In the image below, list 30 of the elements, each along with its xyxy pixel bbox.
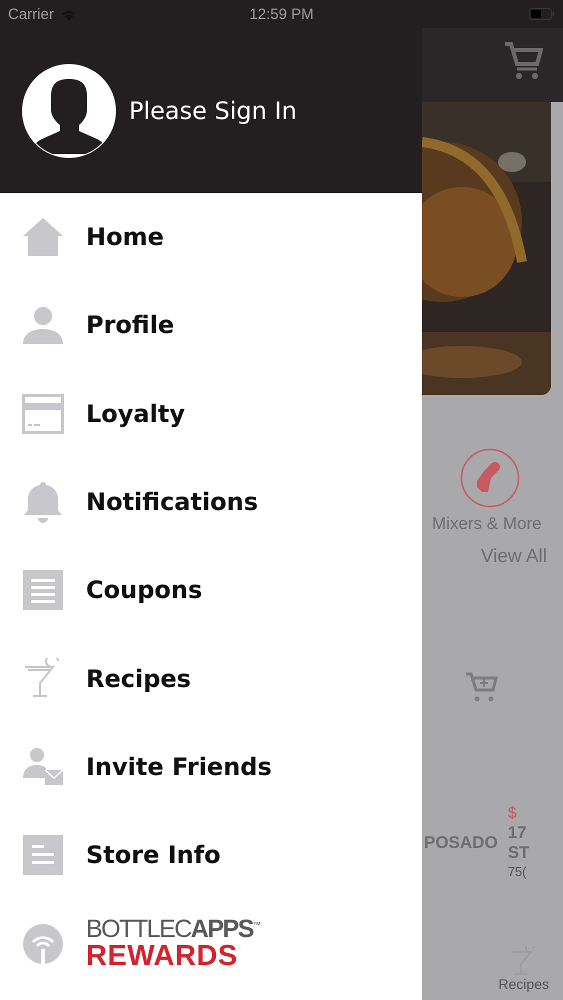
menu-item[interactable]: Coupons bbox=[0, 546, 422, 634]
battery-icon bbox=[529, 8, 555, 20]
product-size: 75( bbox=[508, 865, 528, 880]
card-icon bbox=[22, 392, 64, 435]
product-name: POSADO bbox=[424, 832, 498, 853]
menu-item[interactable]: Recipes bbox=[0, 634, 422, 723]
rewards-logo-text: REWARDS bbox=[86, 942, 239, 972]
product-title: ST bbox=[508, 842, 530, 862]
product-title: 17 bbox=[508, 823, 528, 843]
carrier-label: Carrier bbox=[8, 6, 54, 22]
bell-icon bbox=[22, 481, 64, 524]
menu-item[interactable]: Store Info bbox=[0, 811, 422, 900]
sign-in-link[interactable]: Please Sign In bbox=[129, 96, 297, 124]
brand-logo-text: BOTTLECAPPS$^{™}$ bbox=[86, 917, 260, 942]
person-icon bbox=[22, 304, 64, 346]
category-label: Mixers & More bbox=[432, 514, 543, 534]
rewards-item[interactable]: BOTTLECAPPS$^{™}$ REWARDS bbox=[0, 899, 422, 990]
menu-item[interactable]: Home bbox=[0, 193, 422, 282]
menu-item[interactable]: Loyalty bbox=[0, 370, 422, 458]
menu-item[interactable]: Invite Friends bbox=[0, 722, 422, 812]
invite-icon bbox=[22, 746, 64, 788]
home-icon bbox=[22, 216, 64, 258]
avatar-icon[interactable] bbox=[22, 64, 116, 158]
menu-item[interactable]: Notifications bbox=[0, 458, 422, 546]
cart-icon[interactable] bbox=[503, 41, 543, 81]
menu-item[interactable]: Profile bbox=[0, 281, 422, 370]
info-icon bbox=[22, 834, 64, 876]
clock-time: 12:59 PM bbox=[248, 6, 315, 22]
coupon-icon bbox=[22, 569, 64, 612]
price-label: $ bbox=[508, 805, 518, 824]
